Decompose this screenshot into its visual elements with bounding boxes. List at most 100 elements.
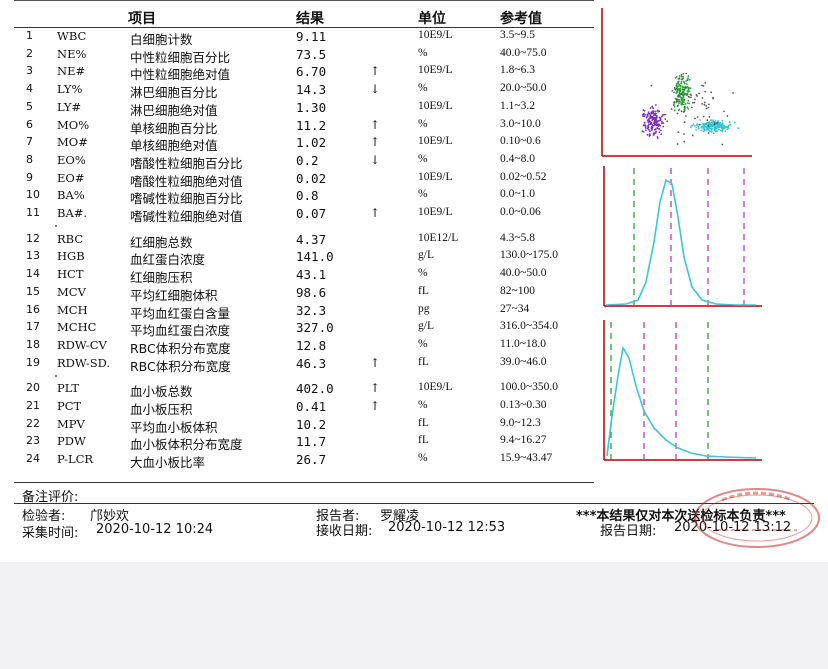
scatter-point: [679, 85, 682, 88]
test-name: 平均血小板体积: [130, 419, 218, 435]
scatter-point: [703, 101, 706, 104]
header-unit: 单位: [418, 11, 446, 27]
scatter-point: [721, 143, 724, 146]
row-number: 23: [26, 434, 40, 448]
scatter-point: [655, 114, 658, 117]
scatter-point: [658, 116, 661, 119]
table-row: 10 BA% 嗜碱性粒细胞百分比 0.8% 0.0~1.0: [0, 188, 600, 206]
scatter-point: [728, 121, 731, 124]
result-flag: ↑: [370, 117, 381, 132]
scatter-point: [704, 90, 707, 93]
scatter-point: [702, 115, 705, 118]
scatter-point: [696, 124, 698, 127]
test-result: 0.8: [296, 188, 319, 204]
test-unit: 10E9/L: [418, 206, 453, 218]
reference-range: 82~100: [500, 284, 535, 297]
scatter-point: [683, 108, 686, 110]
scatter-point: [649, 134, 652, 137]
table-row: 2 NE% 中性粒细胞百分比 73.5% 40.0~75.0: [0, 46, 600, 65]
table-row: 16 MCH 平均血红蛋白含量 32.3 pg 27~34: [0, 302, 600, 321]
scatter-point: [650, 121, 653, 124]
scatter-point: [689, 87, 692, 90]
test-result: 402.0: [296, 381, 334, 397]
scatter-point: [647, 118, 650, 121]
table-row: 19 RDW-SD. RBC体积分布宽度 46.3 ↑ fL 39.0~46.0: [0, 355, 600, 374]
result-flag: ↑: [370, 135, 381, 150]
scatter-point: [729, 123, 732, 126]
scatter-point: [647, 112, 650, 115]
scatter-point: [687, 75, 690, 78]
receive-date: 2020-10-12 12:53: [388, 520, 506, 535]
test-code: EO%: [57, 152, 86, 167]
row-number: 3: [26, 64, 33, 78]
header-reference: 参考值: [500, 11, 542, 27]
scatter-point: [680, 110, 683, 113]
test-result: 1.30: [296, 99, 327, 115]
scatter-point: [695, 129, 697, 131]
scatter-point: [680, 102, 683, 105]
row-number: 24: [26, 452, 40, 466]
scatter-point: [693, 101, 696, 104]
scatter-point: [688, 78, 691, 81]
reference-range: 316.0~354.0: [500, 320, 558, 333]
row-number: 11: [26, 206, 40, 219]
test-name: 中性粒细胞百分比: [130, 49, 231, 65]
scatter-point: [687, 108, 690, 110]
table-row: 21 PCT 血小板压积 0.41 ↑% 0.13~0.30: [0, 399, 600, 417]
row-number: 5: [26, 99, 33, 113]
scatter-point: [675, 85, 678, 88]
plt-histogram: [603, 320, 762, 461]
reference-range: 0.02~0.52: [500, 170, 547, 183]
scatter-point: [712, 122, 715, 125]
reference-range: 20.0~50.0: [500, 82, 547, 95]
scatter-point: [651, 105, 654, 108]
row-number: 9: [26, 170, 33, 184]
test-result: 6.70: [296, 64, 327, 80]
scatter-point: [706, 126, 709, 129]
test-code: NE%: [57, 46, 87, 61]
scatter-point: [687, 91, 689, 93]
scatter-point: [707, 124, 710, 127]
scatter-point: [706, 128, 708, 131]
reference-range: 27~34: [500, 302, 530, 315]
scatter-point: [698, 92, 700, 95]
scatter-point: [707, 132, 710, 134]
scatter-point: [721, 119, 724, 122]
test-code: PCT: [57, 399, 82, 413]
scatter-point: [685, 115, 687, 117]
reference-range: 39.0~46.0: [500, 355, 547, 368]
scatter-point: [652, 117, 655, 120]
scatter-point: [686, 106, 689, 109]
scatter-point: [687, 89, 690, 91]
scatter-point: [720, 123, 722, 126]
scatter-point: [694, 125, 696, 127]
scatter-point: [654, 128, 656, 131]
scatter-point: [695, 94, 698, 96]
scatter-point: [678, 88, 681, 91]
hospital-seal: [694, 488, 820, 548]
reference-range: 15.9~43.47: [500, 452, 553, 465]
scatter-point: [732, 92, 734, 94]
test-code: MO%: [57, 117, 90, 132]
row-number: 17: [26, 320, 40, 334]
scatter-point: [656, 136, 659, 138]
scatter-point: [676, 112, 679, 115]
scatter-point: [678, 102, 680, 105]
test-code: PLT: [57, 381, 80, 396]
scatter-point: [673, 87, 676, 89]
test-name: RBC体积分布宽度: [130, 340, 231, 356]
scatter-point: [700, 129, 703, 132]
scatter-point: [686, 93, 688, 95]
scatter-point: [690, 94, 693, 96]
scatter-point: [699, 119, 701, 121]
scatter-point: [715, 130, 718, 133]
row-number: 10: [26, 188, 40, 202]
test-unit: %: [418, 188, 428, 201]
row-number: 8: [26, 152, 33, 166]
result-flag: ↑: [370, 206, 381, 220]
row-number: 7: [26, 135, 33, 149]
table-row: 13 HGB 血红蛋白浓度 141.0 g/L 130.0~175.0: [0, 249, 600, 267]
test-result: 26.7: [296, 452, 327, 468]
scatter-point: [645, 129, 647, 131]
scatter-point: [692, 101, 694, 104]
